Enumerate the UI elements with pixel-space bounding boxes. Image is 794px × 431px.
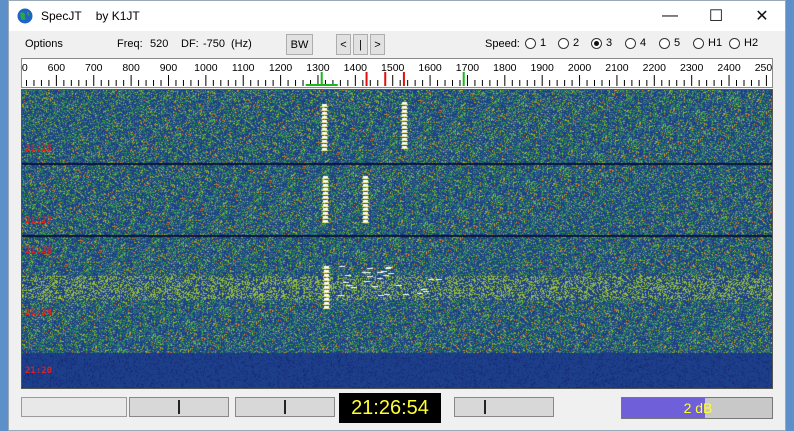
- minimize-button[interactable]: —: [647, 1, 693, 31]
- speed-radio-label: 4: [640, 37, 647, 49]
- ruler-scale: 5006007008009001000110012001300140015001…: [22, 62, 772, 86]
- ruler-tick-label: 600: [48, 62, 66, 74]
- radio-indicator[interactable]: [591, 37, 602, 49]
- frequency-ruler[interactable]: 5006007008009001000110012001300140015001…: [21, 58, 773, 88]
- utc-clock: 21:26:54: [339, 393, 441, 423]
- radio-indicator[interactable]: [729, 37, 740, 49]
- ruler-tick-label: 2500: [755, 62, 772, 74]
- ruler-tick-label: 1800: [493, 62, 517, 74]
- ruler-tick-label: 900: [160, 62, 178, 74]
- time-label: 21:25: [25, 144, 53, 154]
- slider-2[interactable]: [235, 397, 335, 417]
- speed-label: Speed:: [485, 38, 520, 50]
- speed-radio-label: 3: [606, 37, 613, 49]
- speed-radio-label: 5: [674, 37, 681, 49]
- speed-radio-label: H2: [744, 37, 759, 49]
- slider-1-thumb[interactable]: [178, 400, 180, 414]
- slider-1[interactable]: [129, 397, 229, 417]
- speed-radio-3[interactable]: 3: [591, 37, 612, 49]
- radio-indicator[interactable]: [693, 37, 704, 49]
- ruler-tick-label: 1000: [194, 62, 218, 74]
- minimize-icon: —: [662, 7, 678, 24]
- slider-3[interactable]: [454, 397, 554, 417]
- ruler-tick-label: 2300: [680, 62, 704, 74]
- slider-3-thumb[interactable]: [483, 400, 486, 414]
- time-label: 21:20: [25, 366, 53, 376]
- ruler-tick-label: 500: [22, 62, 28, 74]
- ruler-tick-label: 1300: [306, 62, 330, 74]
- speed-radio-H2[interactable]: H2: [729, 37, 758, 49]
- maximize-icon: ☐: [708, 8, 724, 25]
- speed-radio-label: 2: [573, 37, 580, 49]
- time-label: 21:27: [25, 216, 53, 226]
- df-label: DF:: [181, 38, 199, 50]
- level-text: 2 dB: [683, 400, 713, 416]
- status-bar: 21:26:54 2 dB: [9, 393, 785, 427]
- status-panel: [21, 397, 127, 417]
- time-label: 21:26: [25, 246, 53, 256]
- ruler-tick-label: 1100: [232, 62, 255, 74]
- radio-indicator[interactable]: [625, 37, 636, 49]
- signal-level-meter: 2 dB: [621, 397, 773, 419]
- speed-radio-4[interactable]: 4: [625, 37, 646, 49]
- speed-radio-label: 1: [540, 37, 547, 49]
- speed-radio-5[interactable]: 5: [659, 37, 680, 49]
- freq-label: Freq:: [117, 38, 143, 50]
- ruler-tick-label: 1600: [418, 62, 442, 74]
- radio-indicator[interactable]: [659, 37, 670, 49]
- radio-indicator[interactable]: [558, 37, 569, 49]
- ruler-tick-label: 2200: [643, 62, 667, 74]
- speed-radio-2[interactable]: 2: [558, 37, 579, 49]
- ruler-tick-label: 1700: [456, 62, 480, 74]
- speed-radio-H1[interactable]: H1: [693, 37, 722, 49]
- toolbar: Options Freq: 520 DF: -750 (Hz) BW < | >…: [9, 31, 785, 57]
- close-button[interactable]: ✕: [739, 1, 785, 31]
- freq-value: 520: [150, 38, 169, 50]
- speed-radio-1[interactable]: 1: [525, 37, 546, 49]
- close-icon: ✕: [755, 8, 769, 25]
- df-value: -750: [203, 38, 226, 50]
- globe-icon: [17, 8, 33, 24]
- ruler-tick-label: 800: [122, 62, 140, 74]
- ruler-tick-label: 2400: [717, 62, 741, 74]
- bw-button[interactable]: BW: [286, 34, 313, 55]
- maximize-button[interactable]: ☐: [693, 1, 739, 31]
- window-title: SpecJT by K1JT: [41, 9, 140, 23]
- ruler-tick-label: 1400: [344, 62, 368, 74]
- nav-center-button[interactable]: |: [353, 34, 368, 55]
- options-menu[interactable]: Options: [25, 38, 63, 50]
- radio-indicator[interactable]: [525, 37, 536, 49]
- nav-prev-button[interactable]: <: [336, 34, 351, 55]
- speed-radio-label: H1: [708, 37, 723, 49]
- specjt-window: SpecJT by K1JT — ☐ ✕ Options Freq: 520 DF…: [8, 0, 786, 431]
- title-bar[interactable]: SpecJT by K1JT — ☐ ✕: [9, 1, 785, 31]
- app-byline: by K1JT: [95, 9, 140, 23]
- df-unit: (Hz): [231, 38, 252, 50]
- waterfall-spectrogram: [22, 90, 772, 388]
- ruler-tick-label: 1900: [531, 62, 555, 74]
- ruler-tick-label: 2100: [605, 62, 629, 74]
- ruler-tick-label: 700: [85, 62, 103, 74]
- app-name: SpecJT: [41, 9, 82, 23]
- nav-next-button[interactable]: >: [370, 34, 385, 55]
- slider-2-thumb[interactable]: [284, 400, 286, 414]
- waterfall-display[interactable]: 21:25 21:27 21:26 21:24 21:20: [21, 89, 773, 389]
- ruler-tick-label: 2000: [568, 62, 592, 74]
- time-label: 21:24: [25, 308, 53, 318]
- ruler-tick-label: 1200: [269, 62, 293, 74]
